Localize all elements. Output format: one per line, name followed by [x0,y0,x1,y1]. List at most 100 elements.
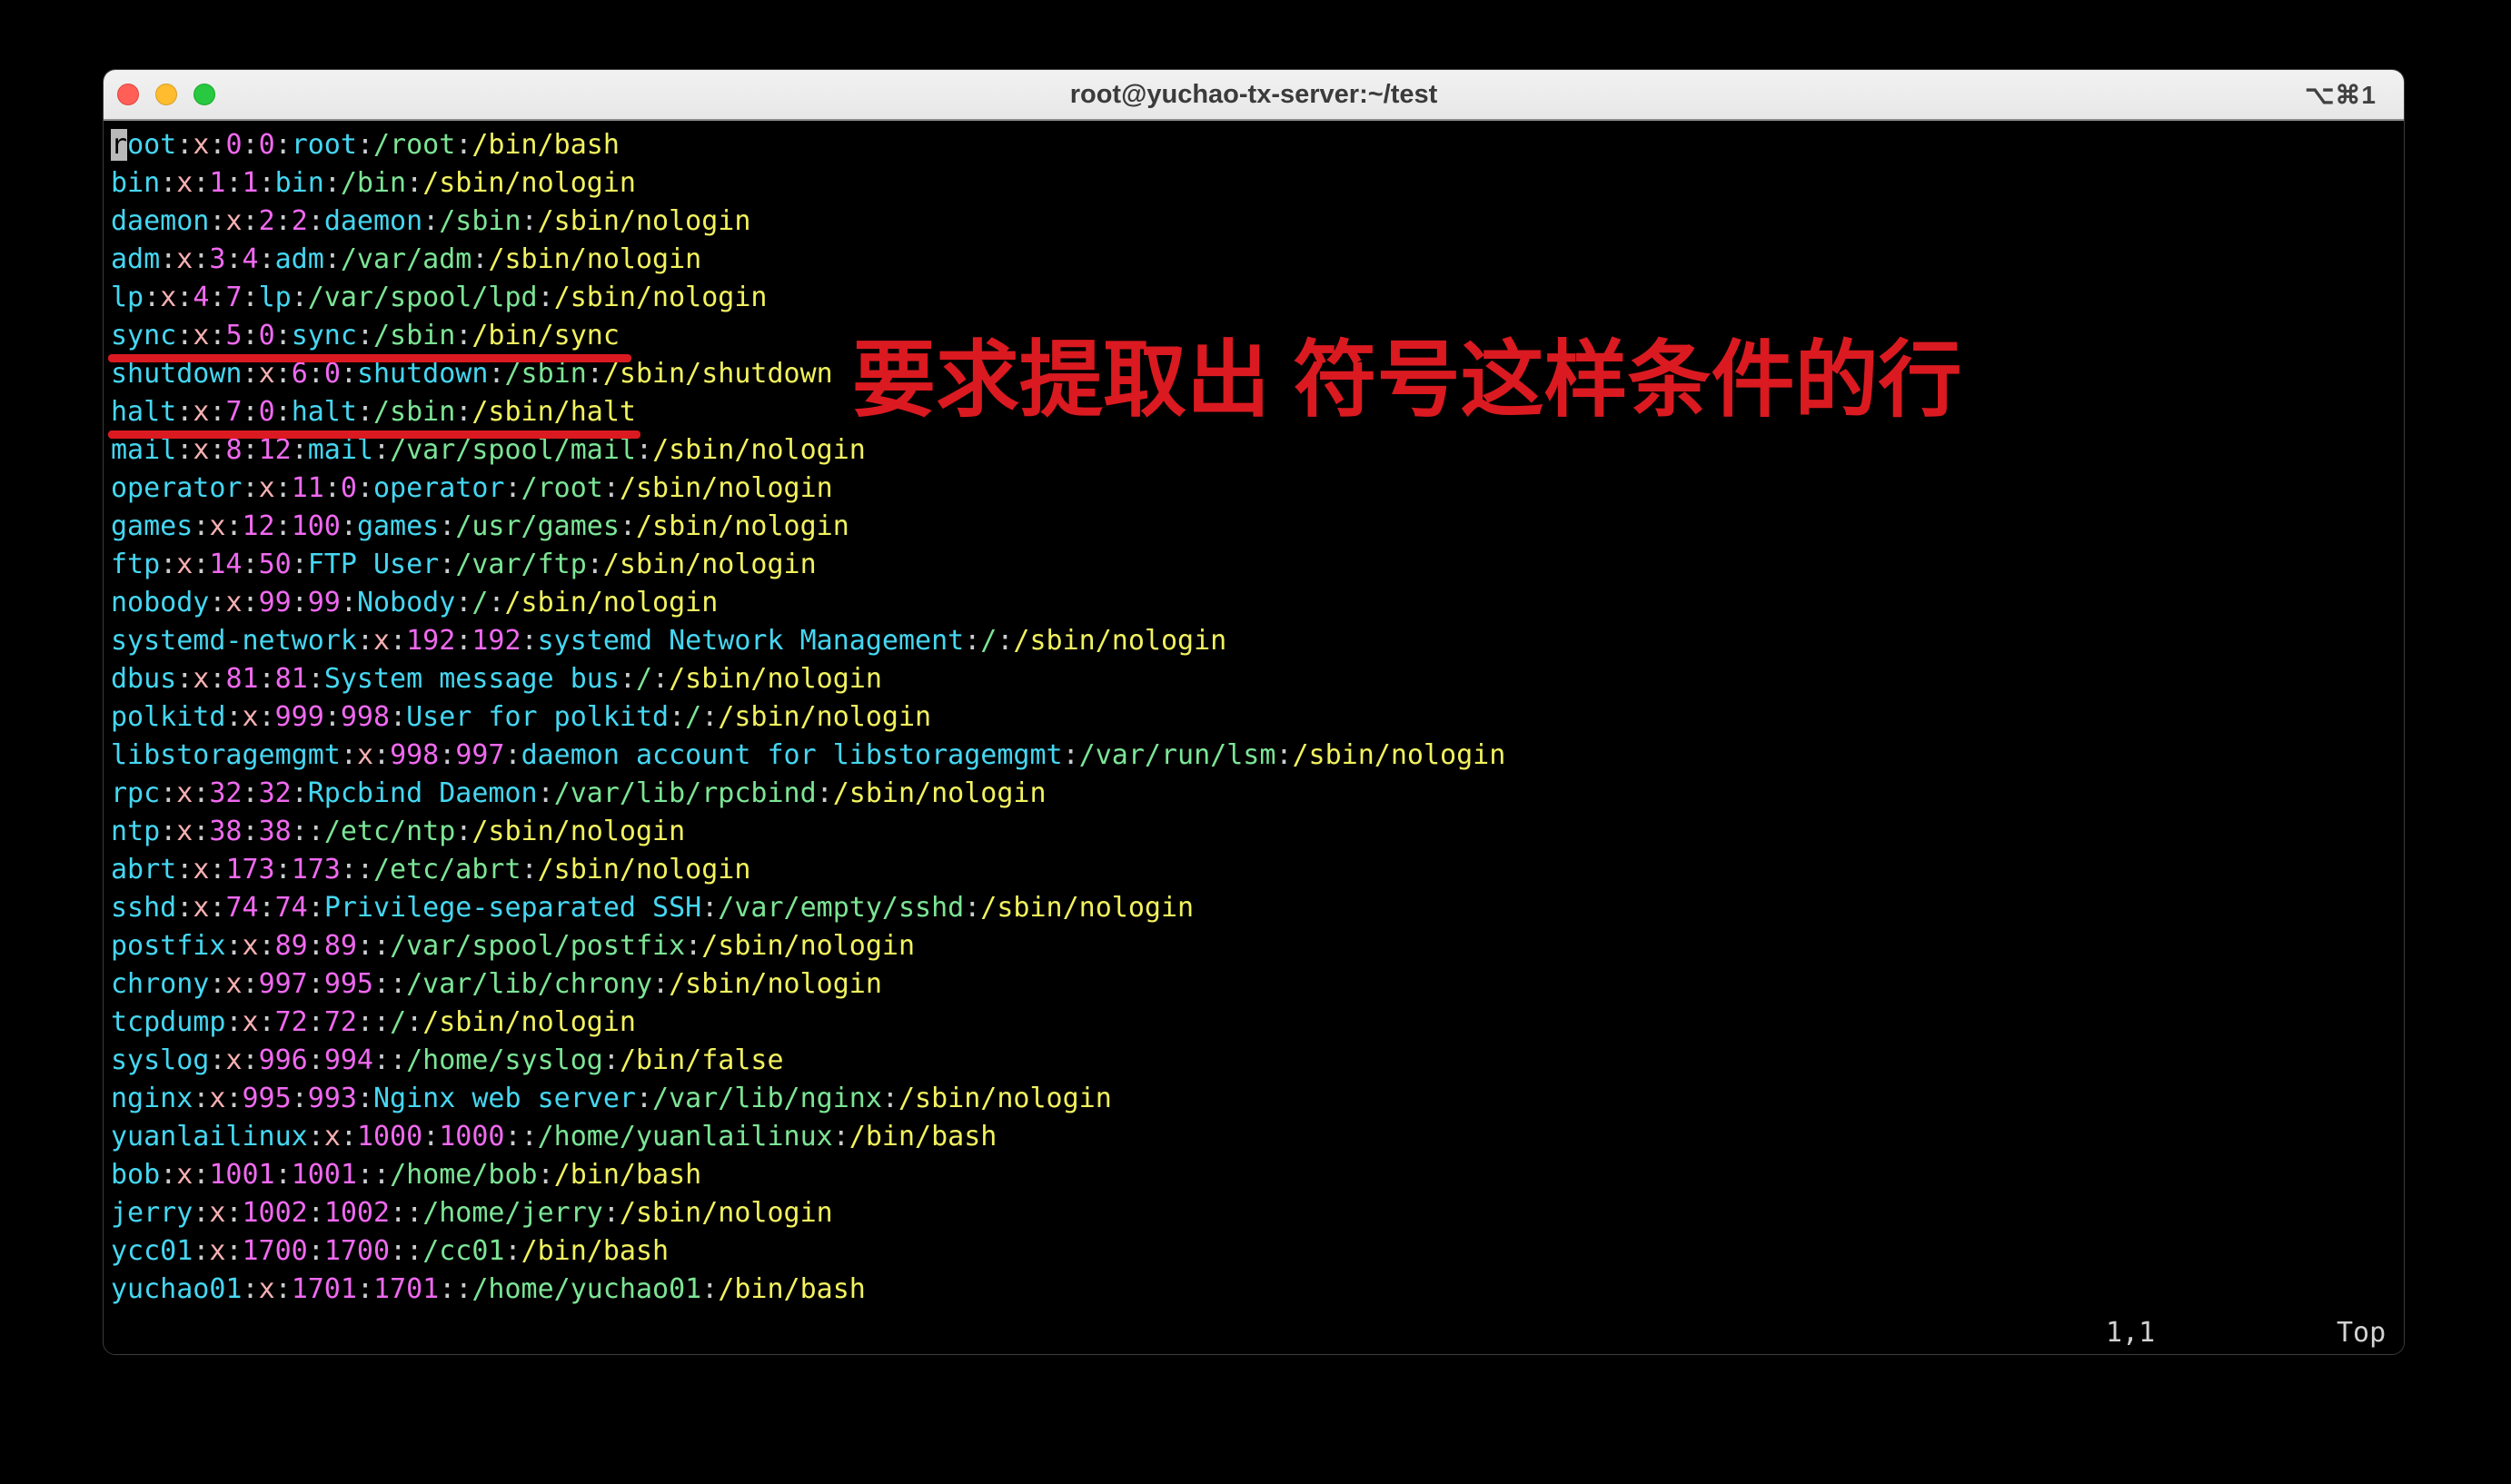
shell-field: /sbin/nologin [652,434,866,466]
gid-field: 1700 [324,1235,390,1267]
colon: : [193,1159,209,1191]
colon: : [833,1121,849,1153]
colon: : [505,1121,521,1153]
colon: : [357,129,373,161]
password-field: x [225,968,242,1000]
home-field: /var/spool/postfix [390,930,685,962]
password-field: x [176,777,193,809]
colon: : [341,358,357,390]
uid-field: 5 [225,320,242,351]
home-field: /sbin [439,205,521,237]
terminal-content[interactable]: root:x:0:0:root:/root:/bin/bashbin:x:1:1… [104,121,2404,1354]
colon: : [373,434,390,466]
password-field: x [193,129,209,161]
password-field: x [193,663,209,695]
account-field: games [111,510,193,542]
colon: : [176,854,193,885]
uid-field: 192 [406,625,455,657]
colon: : [176,129,193,161]
passwd-line: daemon:x:2:2:daemon:/sbin:/sbin/nologin [111,203,1505,241]
colon: : [390,968,406,1000]
password-field: x [225,205,242,237]
password-field: x [243,701,259,733]
colon: : [406,1235,422,1267]
account-field: dbus [111,663,176,695]
uid-field: 32 [209,777,242,809]
account-field: tcpdump [111,1006,225,1038]
gid-field: 4 [243,243,259,275]
colon: : [341,510,357,542]
colon: : [652,663,669,695]
shell-field: /bin/bash [471,129,620,161]
colon: : [275,854,292,885]
colon: : [259,1006,275,1038]
colon: : [308,1235,324,1267]
shell-field: /sbin/nologin [471,816,685,847]
colon: : [193,1235,209,1267]
colon: : [701,701,718,733]
gid-field: 1701 [373,1273,439,1305]
shell-field: /sbin/nologin [505,587,719,618]
colon: : [373,1044,390,1076]
home-field: /cc01 [422,1235,504,1267]
passwd-line: ntp:x:38:38::/etc/ntp:/sbin/nologin [111,813,1505,851]
account-field: rpc [111,777,160,809]
account-field: sync [111,320,176,351]
uid-field: 1700 [243,1235,308,1267]
gid-field: 173 [292,854,341,885]
uid-field: 89 [275,930,308,962]
colon: : [341,1121,357,1153]
passwd-line: libstoragemgmt:x:998:997:daemon account … [111,737,1505,775]
colon: : [292,777,308,809]
uid-field: 8 [225,434,242,466]
colon: : [292,434,308,466]
shell-field: /sbin/nologin [701,930,915,962]
colon: : [160,167,176,199]
colon: : [308,358,324,390]
password-field: x [209,1083,225,1114]
colon: : [685,930,701,962]
colon: : [521,1121,538,1153]
gid-field: 997 [455,739,504,771]
password-field: x [243,1006,259,1038]
colon: : [587,549,603,580]
uid-field: 996 [259,1044,308,1076]
window-titlebar[interactable]: root@yuchao-tx-server:~/test ⌥⌘1 [104,70,2404,121]
colon: : [144,282,160,313]
uid-field: 7 [225,396,242,428]
uid-field: 0 [225,129,242,161]
colon: : [390,1235,406,1267]
shell-field: /sbin/nologin [538,205,751,237]
passwd-line: tcpdump:x:72:72::/:/sbin/nologin [111,1004,1505,1042]
passwd-line: rpc:x:32:32:Rpcbind Daemon:/var/lib/rpcb… [111,775,1505,813]
colon: : [243,549,259,580]
colon: : [243,358,259,390]
colon: : [669,701,685,733]
gid-field: 192 [471,625,521,657]
uid-field: 4 [193,282,209,313]
colon: : [455,1273,471,1305]
colon: : [292,549,308,580]
uid-field: 3 [209,243,225,275]
colon: : [176,434,193,466]
colon: : [1275,739,1292,771]
colon: : [160,816,176,847]
colon: : [308,1197,324,1229]
colon: : [243,434,259,466]
shell-field: /sbin/nologin [1013,625,1226,657]
colon: : [275,1159,292,1191]
password-field: x [209,1197,225,1229]
uid-field: 14 [209,549,242,580]
colon: : [324,167,341,199]
gecos-field: root [292,129,357,161]
gid-field: 2 [292,205,308,237]
account-field: bob [111,1159,160,1191]
colon: : [357,1006,373,1038]
gid-field: 993 [308,1083,357,1114]
colon: : [357,854,373,885]
shell-field: /sbin/nologin [669,968,882,1000]
gecos-field: lp [259,282,292,313]
gid-field: 89 [324,930,357,962]
home-field: /var/spool/mail [390,434,636,466]
vim-cursor: r [111,129,127,161]
